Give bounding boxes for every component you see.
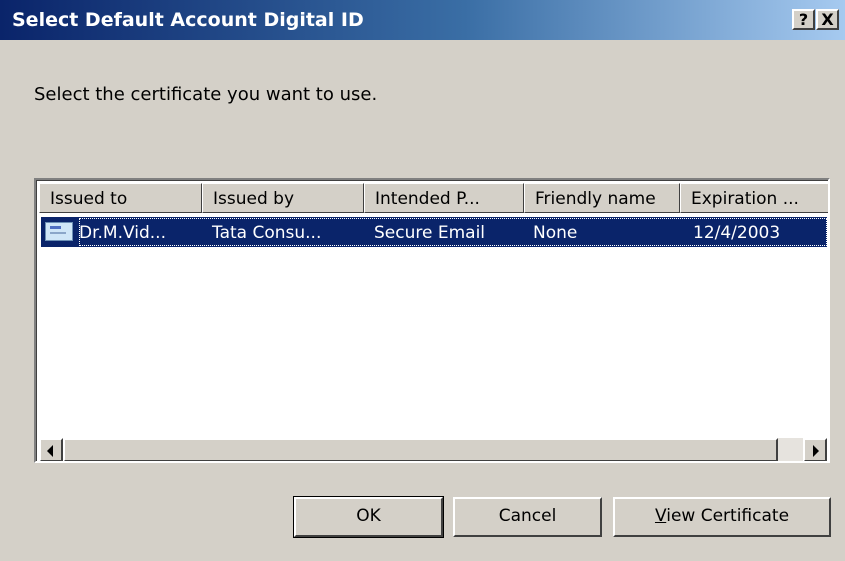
ok-button[interactable]: OK xyxy=(293,496,444,538)
view-certificate-button[interactable]: View Certificate xyxy=(613,497,831,537)
column-header-intended-purpose[interactable]: Intended P... xyxy=(364,183,524,213)
window-title: Select Default Account Digital ID xyxy=(12,9,364,31)
scroll-thumb[interactable] xyxy=(63,438,778,461)
column-header-expiration[interactable]: Expiration ... xyxy=(680,183,828,213)
title-bar[interactable]: Select Default Account Digital ID ? X xyxy=(0,0,845,40)
cell-intended-purpose: Secure Email xyxy=(374,223,486,243)
arrow-left-icon xyxy=(47,445,53,457)
horizontal-scrollbar[interactable] xyxy=(39,438,827,461)
close-button[interactable]: X xyxy=(816,9,839,30)
table-row[interactable]: Dr.M.Vid... Tata Consu... Secure Email N… xyxy=(41,217,827,247)
scroll-right-button[interactable] xyxy=(803,438,827,461)
column-header-issued-to[interactable]: Issued to xyxy=(39,183,202,213)
cell-issued-by: Tata Consu... xyxy=(212,223,322,243)
cell-expiration: 12/4/2003 xyxy=(693,223,781,243)
scroll-left-button[interactable] xyxy=(39,438,63,461)
certificate-icon xyxy=(45,222,73,241)
certificate-list[interactable]: Issued to Issued by Intended P... Friend… xyxy=(34,178,830,463)
help-button[interactable]: ? xyxy=(792,9,815,30)
cancel-button[interactable]: Cancel xyxy=(453,497,602,537)
arrow-right-icon xyxy=(813,445,819,457)
column-header-friendly-name[interactable]: Friendly name xyxy=(524,183,680,213)
view-certificate-label: iew Certificate xyxy=(666,506,790,526)
instruction-text: Select the certificate you want to use. xyxy=(34,84,378,105)
cell-issued-to: Dr.M.Vid... xyxy=(79,223,166,243)
view-certificate-accelerator: V xyxy=(654,506,667,526)
cell-friendly-name: None xyxy=(533,223,578,243)
column-header-issued-by[interactable]: Issued by xyxy=(202,183,364,213)
list-header: Issued to Issued by Intended P... Friend… xyxy=(39,183,828,213)
